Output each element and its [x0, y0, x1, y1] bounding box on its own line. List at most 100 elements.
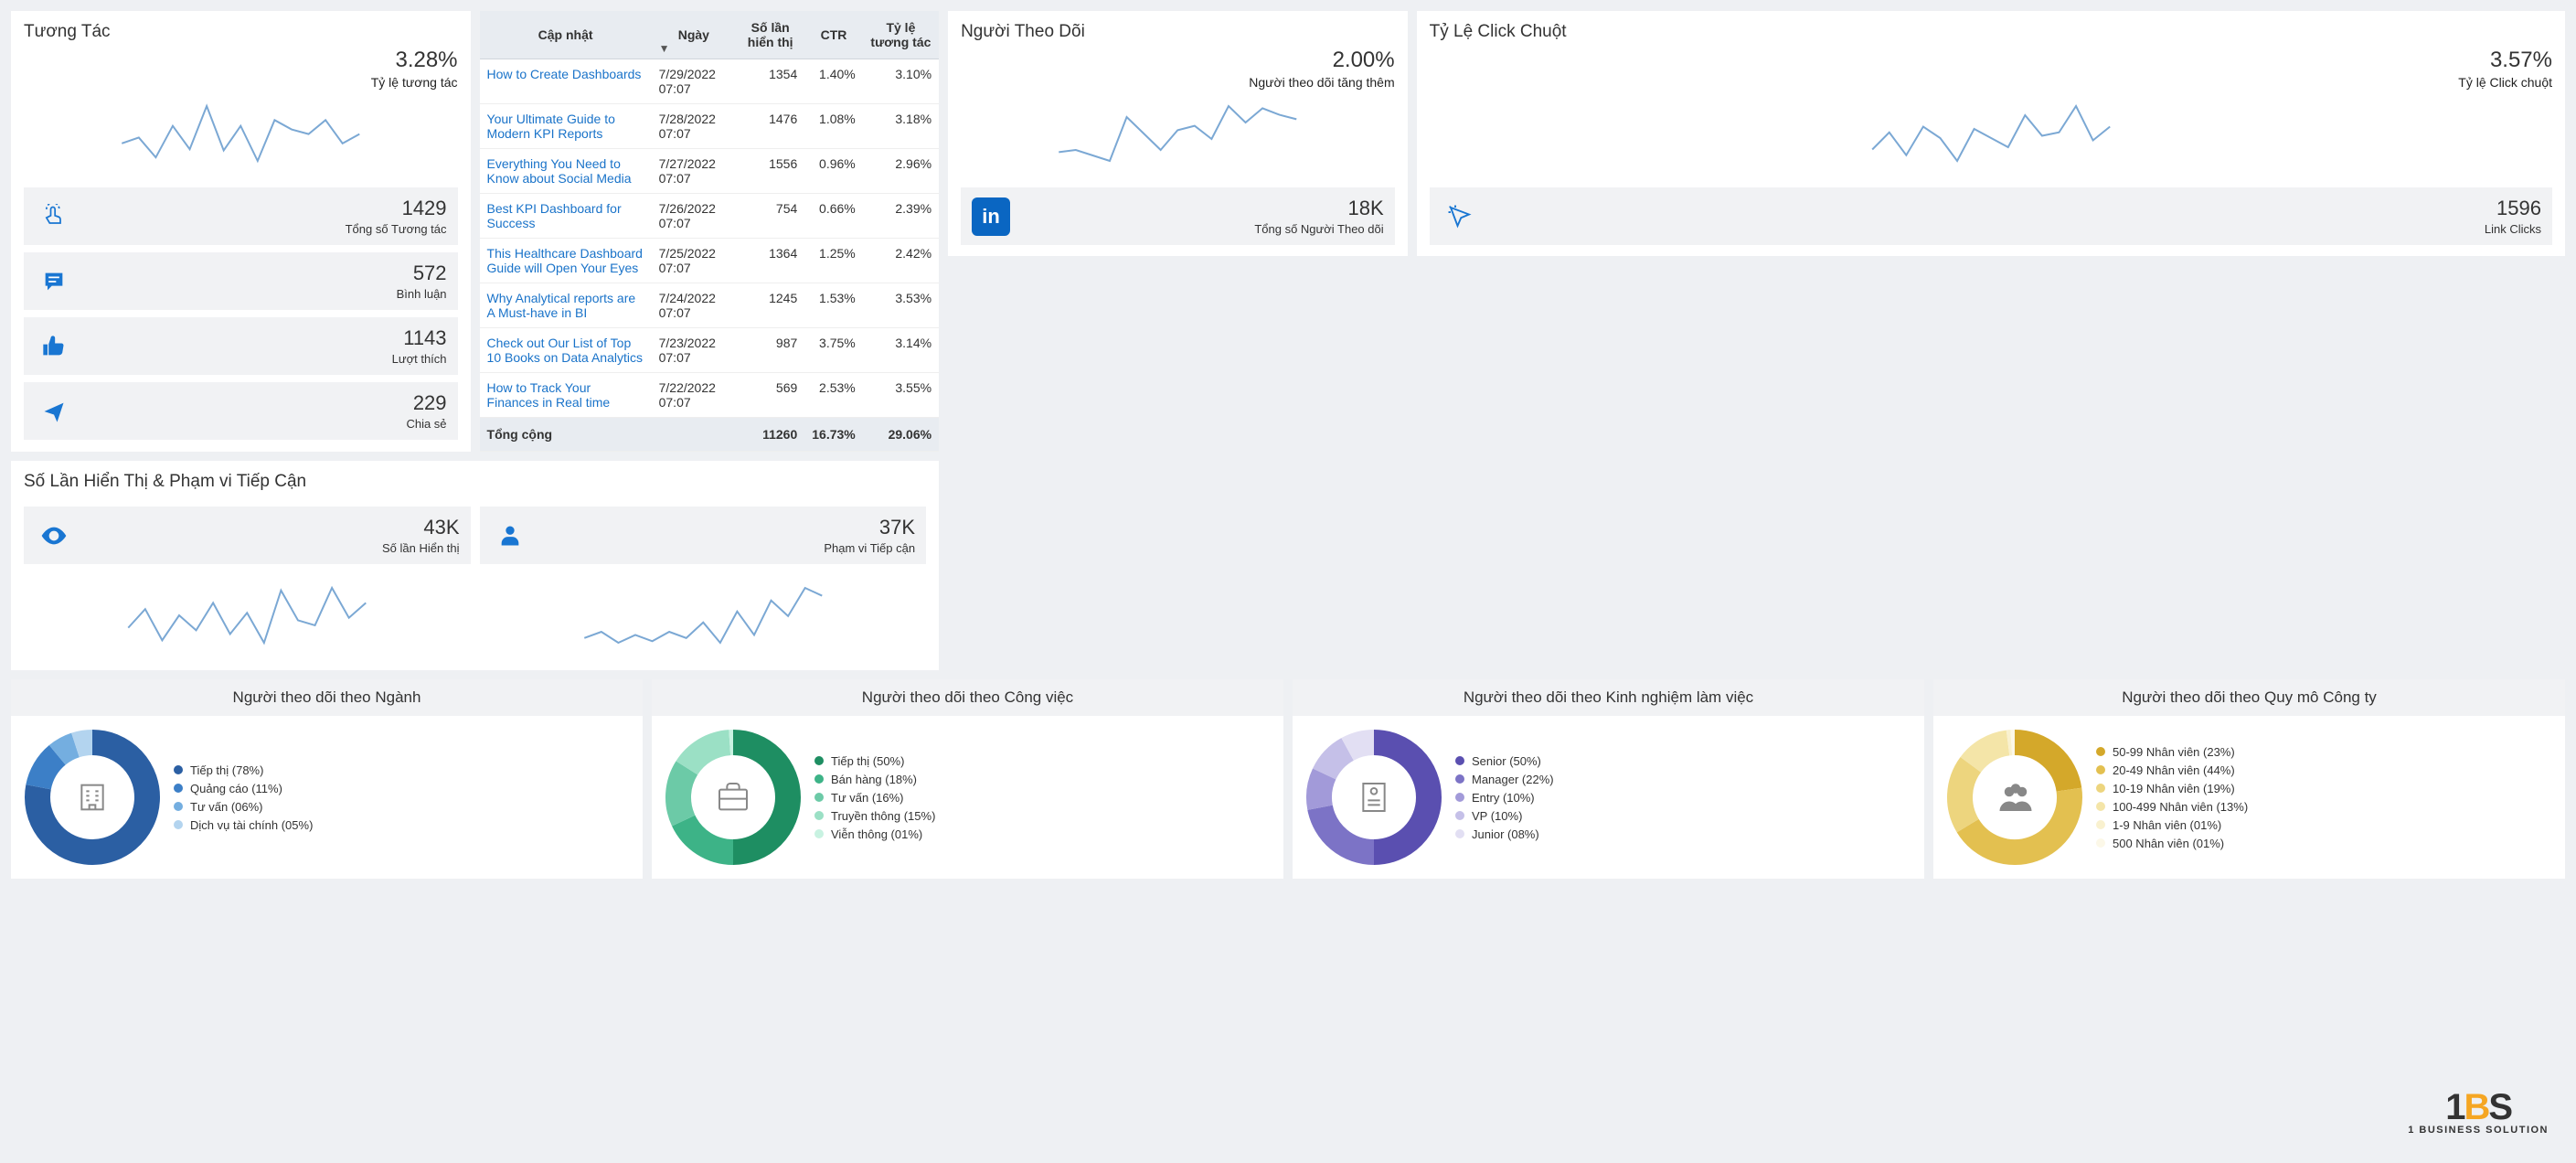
logo: 1BS 1 BUSINESS SOLUTION — [2408, 1087, 2549, 1136]
table-row[interactable]: How to Track Your Finances in Real time … — [480, 373, 940, 418]
donut-card-2: Người theo dõi theo Kinh nghiệm làm việc… — [1293, 679, 1924, 879]
donut-title: Người theo dõi theo Quy mô Công ty — [1933, 679, 2565, 716]
reach-sparkline — [480, 579, 927, 652]
table-header-2[interactable]: Số lần hiển thị — [736, 11, 804, 59]
share-icon — [35, 392, 73, 431]
legend-item[interactable]: Entry (10%) — [1455, 791, 1554, 805]
ctr-pct-label: Tỷ lệ Click chuột — [1430, 75, 2552, 90]
ctr-pct: 3.57% — [1430, 48, 2552, 73]
donut-chart — [665, 729, 802, 866]
reach-card: Số Lần Hiển Thị & Phạm vi Tiếp Cận 43K S… — [11, 461, 939, 670]
legend-item[interactable]: Quảng cáo (11%) — [174, 782, 313, 795]
followers-card: Người Theo Dõi 2.00% Người theo dõi tăng… — [948, 11, 1408, 256]
total-eng: 29.06% — [863, 418, 939, 452]
followers-total: 18K — [1021, 197, 1384, 220]
total-impr: 11260 — [736, 418, 804, 452]
followers-title: Người Theo Dõi — [961, 22, 1395, 42]
link-clicks: 1596 — [1490, 197, 2541, 220]
engagement-title: Tương Tác — [24, 22, 458, 42]
legend-item[interactable]: Tiếp thị (50%) — [814, 754, 935, 768]
engagement-pct-label: Tỷ lệ tương tác — [24, 75, 458, 90]
legend-item[interactable]: Manager (22%) — [1455, 773, 1554, 786]
legend-item[interactable]: Viễn thông (01%) — [814, 827, 935, 841]
legend-item[interactable]: 50-99 Nhân viên (23%) — [2096, 745, 2248, 759]
reach-title: Số Lần Hiển Thị & Phạm vi Tiếp Cận — [24, 472, 926, 492]
legend-item[interactable]: Tư vấn (16%) — [814, 791, 935, 805]
post-title[interactable]: Best KPI Dashboard for Success — [480, 194, 652, 239]
legend-item[interactable]: Tư vấn (06%) — [174, 800, 313, 814]
table-row[interactable]: How to Create Dashboards 7/29/2022 07:07… — [480, 59, 940, 104]
post-title[interactable]: Everything You Need to Know about Social… — [480, 149, 652, 194]
donut-title: Người theo dõi theo Kinh nghiệm làm việc — [1293, 679, 1924, 716]
table-row[interactable]: Your Ultimate Guide to Modern KPI Report… — [480, 104, 940, 149]
post-title[interactable]: This Healthcare Dashboard Guide will Ope… — [480, 239, 652, 283]
ctr-card: Tỷ Lệ Click Chuột 3.57% Tỷ lệ Click chuộ… — [1417, 11, 2565, 256]
linkedin-icon: in — [972, 197, 1010, 236]
table-header-4[interactable]: Tỷ lệ tương tác — [863, 11, 939, 59]
followers-sparkline — [961, 97, 1395, 170]
legend-item[interactable]: Dịch vụ tài chính (05%) — [174, 818, 313, 832]
donut-chart — [1946, 729, 2083, 866]
donut-card-0: Người theo dõi theo Ngành Tiếp thị (78%)… — [11, 679, 643, 879]
table-header-0[interactable]: Cập nhật — [480, 11, 652, 59]
donut-chart — [1305, 729, 1442, 866]
legend-item[interactable]: Junior (08%) — [1455, 827, 1554, 841]
donut-card-1: Người theo dõi theo Công việc Tiếp thị (… — [652, 679, 1283, 879]
impressions-sparkline — [24, 579, 471, 652]
table-header-3[interactable]: CTR — [804, 11, 862, 59]
donut-chart — [24, 729, 161, 866]
legend-item[interactable]: VP (10%) — [1455, 809, 1554, 823]
legend-item[interactable]: Bán hàng (18%) — [814, 773, 935, 786]
donut-legend: Tiếp thị (78%) Quảng cáo (11%) Tư vấn (06%… — [174, 759, 313, 837]
donut-row: Người theo dõi theo Ngành Tiếp thị (78%)… — [11, 679, 2565, 879]
table-row[interactable]: Everything You Need to Know about Social… — [480, 149, 940, 194]
comment-icon — [35, 262, 73, 301]
engagement-metric-share: 229 Chia sẻ — [24, 382, 458, 440]
followers-pct-label: Người theo dõi tăng thêm — [961, 75, 1395, 90]
ctr-title: Tỷ Lệ Click Chuột — [1430, 22, 2552, 42]
total-ctr: 16.73% — [804, 418, 862, 452]
impressions-label: Số lần Hiển thị — [84, 541, 460, 555]
post-title[interactable]: Check out Our List of Top 10 Books on Da… — [480, 328, 652, 373]
legend-item[interactable]: 20-49 Nhân viên (44%) — [2096, 763, 2248, 777]
engagement-sparkline — [24, 97, 458, 170]
like-icon — [35, 327, 73, 366]
table-header-1[interactable]: Ngày▼ — [652, 11, 737, 59]
reach-val: 37K — [540, 516, 916, 539]
legend-item[interactable]: 500 Nhân viên (01%) — [2096, 837, 2248, 850]
engagement-card: Tương Tác 3.28% Tỷ lệ tương tác 1429 Tổn… — [11, 11, 471, 452]
engagement-metric-tap: 1429 Tổng số Tương tác — [24, 187, 458, 245]
legend-item[interactable]: Senior (50%) — [1455, 754, 1554, 768]
post-title[interactable]: How to Create Dashboards — [480, 59, 652, 104]
donut-title: Người theo dõi theo Công việc — [652, 679, 1283, 716]
donut-card-3: Người theo dõi theo Quy mô Công ty 50-99… — [1933, 679, 2565, 879]
post-title[interactable]: How to Track Your Finances in Real time — [480, 373, 652, 418]
post-title[interactable]: Why Analytical reports are A Must-have i… — [480, 283, 652, 328]
engagement-metric-like: 1143 Lượt thích — [24, 317, 458, 375]
impressions-metric: 43K Số lần Hiển thị — [24, 507, 471, 564]
legend-item[interactable]: 100-499 Nhân viên (13%) — [2096, 800, 2248, 814]
table-row[interactable]: Why Analytical reports are A Must-have i… — [480, 283, 940, 328]
reach-label: Phạm vi Tiếp cận — [540, 541, 916, 555]
donut-legend: Senior (50%) Manager (22%) Entry (10%) VP (… — [1455, 750, 1554, 846]
legend-item[interactable]: 10-19 Nhân viên (19%) — [2096, 782, 2248, 795]
engagement-metric-comment: 572 Bình luận — [24, 252, 458, 310]
table-row[interactable]: This Healthcare Dashboard Guide will Ope… — [480, 239, 940, 283]
person-icon — [491, 517, 529, 555]
tap-icon — [35, 197, 73, 236]
posts-table-card: Cập nhậtNgày▼Số lần hiển thịCTRTỷ lệ tươ… — [480, 11, 940, 452]
donut-legend: 50-99 Nhân viên (23%) 20-49 Nhân viên (44… — [2096, 741, 2248, 855]
table-row[interactable]: Check out Our List of Top 10 Books on Da… — [480, 328, 940, 373]
cursor-icon — [1441, 197, 1479, 236]
eye-icon — [35, 517, 73, 555]
dashboard-grid: Người Theo Dõi 2.00% Người theo dõi tăng… — [11, 11, 2565, 670]
table-row[interactable]: Best KPI Dashboard for Success 7/26/2022… — [480, 194, 940, 239]
impressions-val: 43K — [84, 516, 460, 539]
followers-total-label: Tổng số Người Theo dõi — [1021, 222, 1384, 236]
legend-item[interactable]: Truyền thông (15%) — [814, 809, 935, 823]
total-label: Tổng cộng — [480, 418, 652, 452]
followers-pct: 2.00% — [961, 48, 1395, 73]
legend-item[interactable]: 1-9 Nhân viên (01%) — [2096, 818, 2248, 832]
legend-item[interactable]: Tiếp thị (78%) — [174, 763, 313, 777]
post-title[interactable]: Your Ultimate Guide to Modern KPI Report… — [480, 104, 652, 149]
